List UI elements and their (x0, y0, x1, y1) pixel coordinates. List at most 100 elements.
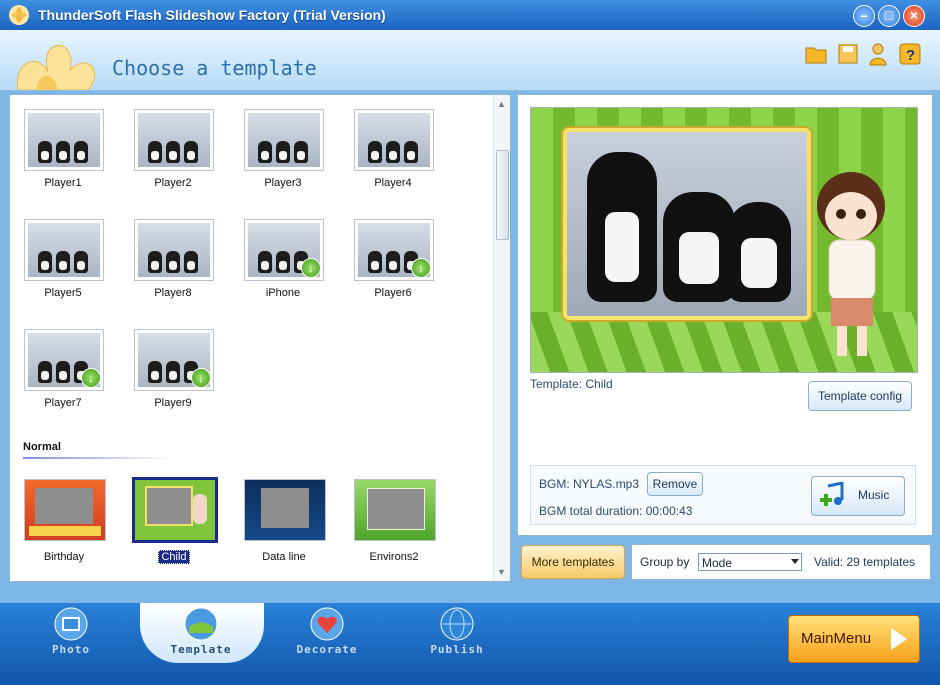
template-label: Data line (262, 551, 306, 563)
valid-templates-count: Valid: 29 templates (814, 555, 916, 569)
group-by-label: Group by (640, 555, 690, 569)
close-button[interactable]: × (903, 5, 925, 27)
template-player-item[interactable]: ↓ Player9 (120, 329, 220, 415)
bgm-duration-label: BGM total duration: 00:00:43 (539, 504, 693, 518)
template-label: Player5 (44, 287, 82, 299)
group-by-value: Mode (702, 556, 733, 570)
nav-publish[interactable]: Publish (412, 607, 502, 661)
template-label: Player4 (374, 177, 412, 189)
template-footer-bar: More templates Group by Mode Valid: 29 t… (517, 544, 931, 580)
nav-decorate-label: Decorate (296, 643, 358, 656)
template-thumbnail: ↓ (244, 219, 324, 281)
template-preview (530, 107, 918, 373)
template-thumbnail (244, 109, 324, 171)
nav-template-label: Template (170, 643, 232, 656)
maximize-button[interactable]: □ (878, 5, 900, 27)
template-thumbnail (24, 479, 106, 541)
photo-icon (54, 607, 88, 641)
play-arrow-icon (891, 628, 907, 650)
save-icon[interactable] (836, 42, 860, 66)
bgm-file-label: BGM: NYLAS.mp3 (539, 477, 640, 491)
page-title: Choose a template (112, 56, 317, 80)
template-config-button[interactable]: Template config (808, 381, 912, 411)
download-icon: ↓ (411, 258, 431, 278)
template-name-label: Template: Child (530, 377, 613, 391)
template-thumbnail (134, 109, 214, 171)
template-player-item[interactable]: ↓ iPhone (230, 219, 330, 305)
template-player-item[interactable]: ↓ Player6 (340, 219, 440, 305)
nav-photo-label: Photo (51, 643, 91, 656)
download-icon: ↓ (191, 368, 211, 388)
template-player-item[interactable]: Player4 (340, 109, 440, 195)
globe-icon (440, 607, 474, 641)
scroll-down-arrow-icon[interactable]: ▼ (497, 567, 506, 577)
bgm-box: BGM: NYLAS.mp3 Remove BGM total duration… (530, 465, 916, 525)
template-environs2[interactable]: Environs2 (340, 479, 440, 569)
download-icon: ↓ (81, 368, 101, 388)
scroll-thumb[interactable] (496, 150, 509, 240)
add-music-icon (820, 482, 844, 506)
header-flower-icon (16, 45, 95, 90)
group-by-box: Group by Mode Valid: 29 templates (631, 544, 931, 580)
page-header: Choose a template ? (0, 30, 940, 91)
template-thumbnail (24, 109, 104, 171)
cartoon-girl-icon (817, 172, 885, 356)
preview-photo (563, 128, 811, 320)
template-label: Player2 (154, 177, 192, 189)
template-birthday[interactable]: Birthday (10, 479, 110, 569)
template-list-scrollbar[interactable]: ▲ ▼ (493, 95, 510, 581)
window-title: ThunderSoft Flash Slideshow Factory (Tri… (38, 7, 386, 23)
remove-bgm-button[interactable]: Remove (647, 472, 703, 496)
svg-text:?: ? (906, 47, 915, 64)
template-thumbnail: ↓ (354, 219, 434, 281)
open-folder-icon[interactable] (804, 42, 828, 66)
main-menu-button[interactable]: MainMenu (788, 615, 920, 663)
download-icon: ↓ (301, 258, 321, 278)
template-player-item[interactable]: Player8 (120, 219, 220, 305)
more-templates-button[interactable]: More templates (521, 545, 625, 579)
template-player-item[interactable]: Player5 (10, 219, 110, 305)
template-player-item[interactable]: ↓ Player7 (10, 329, 110, 415)
preview-panel: Template: Child Template config BGM: NYL… (517, 94, 933, 536)
template-label: Player6 (374, 287, 412, 299)
template-player-item[interactable]: Player1 (10, 109, 110, 195)
template-label: Player9 (154, 397, 192, 409)
user-icon[interactable] (866, 42, 890, 66)
nav-decorate[interactable]: Decorate (282, 607, 372, 661)
main-menu-label: MainMenu (801, 630, 872, 647)
nav-photo[interactable]: Photo (26, 607, 116, 661)
scroll-up-arrow-icon[interactable]: ▲ (497, 99, 506, 109)
music-button-label: Music (858, 488, 890, 502)
template-icon (184, 607, 218, 641)
template-child[interactable]: Child (120, 477, 220, 569)
template-label: Player7 (44, 397, 82, 409)
nav-template[interactable]: Template (156, 607, 246, 661)
template-label: Player1 (44, 177, 82, 189)
template-player-item[interactable]: Player3 (230, 109, 330, 195)
template-thumbnail (24, 219, 104, 281)
help-icon[interactable]: ? (898, 42, 922, 66)
chevron-down-icon (791, 559, 799, 564)
template-label: Environs2 (369, 551, 419, 563)
nav-publish-label: Publish (430, 643, 484, 656)
template-thumbnail (354, 479, 436, 541)
section-divider (23, 457, 173, 459)
template-label: Player3 (264, 177, 302, 189)
template-label: Birthday (43, 551, 85, 563)
template-thumbnail (132, 477, 218, 543)
template-player-item[interactable]: Player2 (120, 109, 220, 195)
template-thumbnail (134, 219, 214, 281)
template-label: iPhone (265, 287, 301, 299)
group-by-select[interactable]: Mode (698, 553, 802, 571)
template-thumbnail (244, 479, 326, 541)
app-logo-icon (9, 5, 29, 25)
minimize-button[interactable]: – (853, 5, 875, 27)
template-thumbnail: ↓ (24, 329, 104, 391)
music-button[interactable]: Music (811, 476, 905, 516)
template-data-line[interactable]: Data line (230, 479, 330, 569)
template-label: Child (120, 550, 228, 564)
template-thumbnail: ↓ (134, 329, 214, 391)
template-list-panel: Player1 Player2 Player3 Player4 Player5 Playe… (9, 94, 511, 582)
section-header-normal: Normal (23, 441, 61, 453)
template-thumbnail (354, 109, 434, 171)
